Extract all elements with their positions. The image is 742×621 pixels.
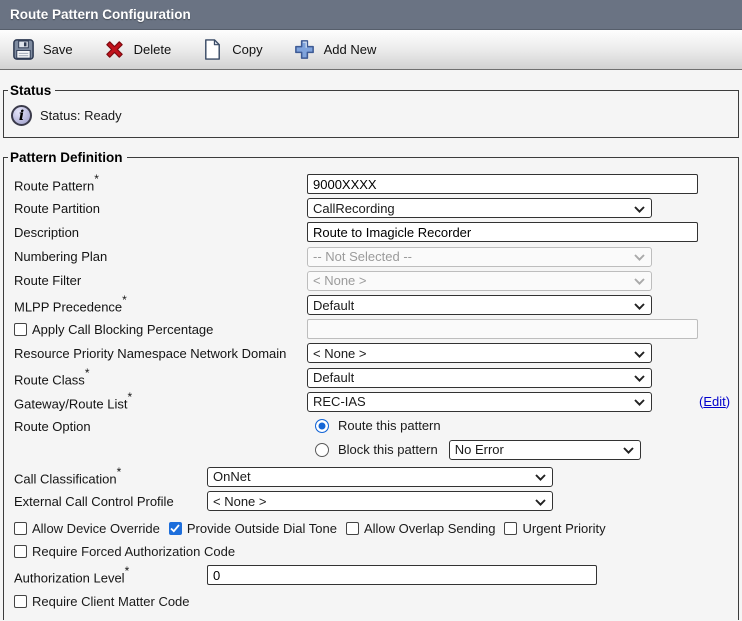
apply-call-blocking-label: Apply Call Blocking Percentage — [32, 322, 213, 337]
allow-overlap-sending-label: Allow Overlap Sending — [364, 521, 496, 536]
apply-call-blocking-label-group: Apply Call Blocking Percentage — [14, 322, 307, 337]
urgent-priority-label: Urgent Priority — [522, 521, 605, 536]
delete-button[interactable]: Delete — [103, 38, 172, 61]
authorization-level-label: Authorization Level* — [14, 566, 207, 585]
allow-device-override-checkbox[interactable] — [14, 522, 27, 535]
numbering-plan-label: Numbering Plan — [14, 249, 307, 264]
chevron-down-icon — [634, 273, 645, 288]
add-new-button[interactable]: Add New — [293, 38, 377, 61]
chevron-down-icon — [535, 469, 546, 484]
route-partition-label: Route Partition — [14, 201, 307, 216]
copy-button[interactable]: Copy — [201, 38, 262, 61]
add-new-plus-icon — [293, 38, 316, 61]
require-fac-row: Require Forced Authorization Code — [14, 540, 738, 563]
route-partition-select[interactable]: CallRecording — [307, 198, 652, 218]
route-class-row: Route Class* Default — [14, 366, 738, 390]
pattern-definition-legend: Pattern Definition — [8, 150, 127, 165]
external-call-control-label: External Call Control Profile — [14, 494, 207, 509]
info-icon: i — [11, 105, 32, 126]
resource-priority-select[interactable]: < None > — [307, 343, 652, 363]
gateway-route-list-label: Gateway/Route List* — [14, 392, 307, 411]
allow-device-override-label: Allow Device Override — [32, 521, 160, 536]
provide-outside-dial-tone-label: Provide Outside Dial Tone — [187, 521, 337, 536]
page-title: Route Pattern Configuration — [10, 7, 191, 22]
require-fac-label: Require Forced Authorization Code — [32, 544, 235, 559]
route-option-row: Route Option Route this pattern Block th… — [14, 414, 738, 462]
route-partition-row: Route Partition CallRecording — [14, 196, 738, 220]
block-this-pattern-radio[interactable] — [315, 443, 329, 457]
route-filter-label: Route Filter — [14, 273, 307, 288]
save-button-label: Save — [43, 42, 73, 57]
copy-button-label: Copy — [232, 42, 262, 57]
allow-overlap-sending-checkbox[interactable] — [346, 522, 359, 535]
chevron-down-icon — [634, 201, 645, 216]
authorization-level-input[interactable] — [207, 565, 597, 585]
gateway-route-list-select[interactable]: REC-IAS — [307, 392, 652, 412]
add-new-button-label: Add New — [324, 42, 377, 57]
route-this-pattern-label: Route this pattern — [338, 418, 441, 433]
require-fac-checkbox[interactable] — [14, 545, 27, 558]
require-cmc-checkbox[interactable] — [14, 595, 27, 608]
block-this-pattern-label: Block this pattern — [338, 442, 438, 457]
copy-icon — [201, 38, 224, 61]
status-message: Status: Ready — [40, 108, 122, 123]
page-title-bar: Route Pattern Configuration — [0, 0, 742, 30]
status-legend: Status — [8, 83, 55, 98]
provide-outside-dial-tone-checkbox[interactable] — [169, 522, 182, 535]
numbering-plan-select: -- Not Selected -- — [307, 247, 652, 267]
toolbar: Save Delete Copy Add New — [0, 30, 742, 70]
chevron-down-icon — [623, 442, 634, 457]
description-label: Description — [14, 225, 307, 240]
description-row: Description — [14, 220, 738, 244]
chevron-down-icon — [535, 494, 546, 509]
call-classification-row: Call Classification* OnNet — [14, 465, 738, 489]
route-filter-row: Route Filter < None > — [14, 269, 738, 293]
chevron-down-icon — [634, 346, 645, 361]
resource-priority-label: Resource Priority Namespace Network Doma… — [14, 346, 307, 361]
numbering-plan-row: Numbering Plan -- Not Selected -- — [14, 245, 738, 269]
edit-link[interactable]: (Edit) — [699, 394, 730, 409]
call-classification-label: Call Classification* — [14, 467, 207, 486]
block-reason-select[interactable]: No Error — [449, 440, 641, 460]
urgent-priority-checkbox[interactable] — [504, 522, 517, 535]
route-filter-select: < None > — [307, 271, 652, 291]
route-class-label: Route Class* — [14, 368, 307, 387]
chevron-down-icon — [634, 249, 645, 264]
route-pattern-input[interactable] — [307, 174, 698, 194]
block-this-pattern-option: Block this pattern No Error — [307, 438, 641, 462]
save-button[interactable]: Save — [12, 38, 73, 61]
call-classification-select[interactable]: OnNet — [207, 467, 553, 487]
authorization-level-row: Authorization Level* — [14, 563, 738, 587]
pattern-definition-section: Pattern Definition Route Pattern* Route … — [3, 150, 739, 620]
call-blocking-percentage-input — [307, 319, 698, 339]
gateway-route-list-row: Gateway/Route List* REC-IAS (Edit) — [14, 390, 738, 414]
chevron-down-icon — [634, 394, 645, 409]
chevron-down-icon — [634, 298, 645, 313]
delete-button-label: Delete — [134, 42, 172, 57]
delete-icon — [103, 38, 126, 61]
require-cmc-row: Require Client Matter Code — [14, 590, 738, 613]
mlpp-precedence-label: MLPP Precedence* — [14, 295, 307, 314]
external-call-control-select[interactable]: < None > — [207, 491, 553, 511]
description-input[interactable] — [307, 222, 698, 242]
chevron-down-icon — [634, 370, 645, 385]
mlpp-precedence-select[interactable]: Default — [307, 295, 652, 315]
pattern-flags-row: Allow Device Override Provide Outside Di… — [14, 517, 738, 540]
apply-call-blocking-row: Apply Call Blocking Percentage — [14, 317, 738, 341]
route-option-label: Route Option — [14, 414, 307, 434]
save-icon — [12, 38, 35, 61]
route-class-select[interactable]: Default — [307, 368, 652, 388]
require-cmc-label: Require Client Matter Code — [32, 594, 190, 609]
mlpp-precedence-row: MLPP Precedence* Default — [14, 293, 738, 317]
route-pattern-row: Route Pattern* — [14, 172, 738, 196]
resource-priority-row: Resource Priority Namespace Network Doma… — [14, 341, 738, 365]
route-pattern-label: Route Pattern* — [14, 174, 307, 193]
status-section: Status i Status: Ready — [3, 83, 739, 138]
apply-call-blocking-checkbox[interactable] — [14, 323, 27, 336]
route-this-pattern-option: Route this pattern — [307, 414, 641, 438]
route-this-pattern-radio[interactable] — [315, 419, 329, 433]
external-call-control-row: External Call Control Profile < None > — [14, 489, 738, 513]
